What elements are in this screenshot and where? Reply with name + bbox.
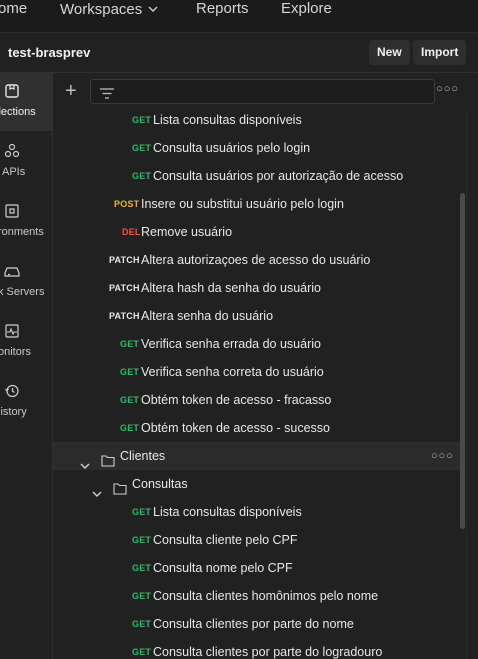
http-method-badge: PATCH bbox=[109, 311, 140, 321]
request-row[interactable]: GET Consulta clientes homônimos pelo nome bbox=[53, 582, 460, 610]
request-row[interactable]: GET Obtém token de acesso - sucesso bbox=[53, 414, 460, 442]
request-row[interactable]: PATCH Altera senha do usuário bbox=[53, 302, 460, 330]
request-name: Remove usuário bbox=[141, 225, 233, 239]
nav-workspaces-label: Workspaces bbox=[60, 1, 143, 18]
http-method-badge: GET bbox=[132, 619, 152, 629]
request-name: Consulta cliente pelo CPF bbox=[153, 533, 298, 547]
request-name: Lista consultas disponíveis bbox=[153, 505, 302, 519]
request-row[interactable]: GET Lista consultas disponíveis bbox=[53, 111, 460, 134]
environments-icon bbox=[4, 203, 20, 219]
request-row[interactable]: GET Obtém token de acesso - fracasso bbox=[53, 386, 460, 414]
http-method-badge: GET bbox=[120, 423, 140, 433]
collections-icon bbox=[4, 83, 20, 99]
request-row[interactable]: PATCH Altera autorizaçoes de acesso do us… bbox=[53, 246, 460, 274]
http-method-badge: GET bbox=[120, 339, 140, 349]
request-row[interactable]: POST Insere ou substitui usuário pelo log… bbox=[53, 190, 460, 218]
request-name: Obtém token de acesso - sucesso bbox=[141, 421, 330, 435]
request-name: Consulta clientes por parte do logradour… bbox=[153, 645, 383, 659]
collections-toolbar: + ○○○ bbox=[53, 73, 478, 111]
request-name: Verifica senha correta do usuário bbox=[141, 365, 324, 379]
request-name: Consulta nome pelo CPF bbox=[153, 561, 293, 575]
request-name: Consulta clientes por parte do nome bbox=[153, 617, 354, 631]
http-method-badge: GET bbox=[132, 143, 152, 153]
top-nav: ome Workspaces Reports Explore bbox=[0, 0, 478, 33]
rail-label: listory bbox=[0, 406, 27, 418]
http-method-badge: GET bbox=[132, 507, 152, 517]
nav-explore[interactable]: Explore bbox=[281, 0, 332, 18]
http-method-badge: GET bbox=[120, 395, 140, 405]
request-row[interactable]: GET Consulta cliente pelo CPF bbox=[53, 526, 460, 554]
http-method-badge: GET bbox=[132, 591, 152, 601]
apis-icon bbox=[4, 143, 20, 159]
request-name: Lista consultas disponíveis bbox=[153, 113, 302, 127]
collection-tree: GET Lista consultas disponíveis GET Consult… bbox=[53, 111, 460, 659]
http-method-badge: GET bbox=[120, 367, 140, 377]
folder-more-icon[interactable]: ○○○ bbox=[431, 442, 454, 470]
left-rail: llections APIs ronments k Servers onitor… bbox=[0, 73, 53, 659]
request-row[interactable]: GET Consulta clientes por parte do nome bbox=[53, 610, 460, 638]
rail-item-apis[interactable]: APIs bbox=[0, 133, 53, 191]
history-icon bbox=[4, 383, 20, 399]
folder-name: Consultas bbox=[132, 477, 188, 491]
request-row[interactable]: GET Consulta nome pelo CPF bbox=[53, 554, 460, 582]
request-name: Verifica senha errada do usuário bbox=[141, 337, 321, 351]
monitors-icon bbox=[4, 323, 20, 339]
http-method-badge: GET bbox=[132, 563, 152, 573]
pane-divider bbox=[466, 111, 467, 659]
request-name: Consulta usuários por autorização de ace… bbox=[153, 169, 404, 183]
request-row[interactable]: GET Consulta clientes por parte do lograd… bbox=[53, 638, 460, 659]
request-row[interactable]: PATCH Altera hash da senha do usuário bbox=[53, 274, 460, 302]
folder-row[interactable]: Consultas bbox=[53, 470, 460, 498]
http-method-badge: POST bbox=[114, 199, 140, 209]
rail-item-monitors[interactable]: onitors bbox=[0, 313, 53, 371]
rail-item-collections[interactable]: llections bbox=[0, 73, 53, 131]
request-row[interactable]: GET Consulta usuários pelo login bbox=[53, 134, 460, 162]
workspace-title: test-brasprev bbox=[8, 45, 91, 60]
filter-input[interactable] bbox=[90, 79, 435, 104]
nav-home[interactable]: ome bbox=[0, 0, 27, 18]
request-name: Insere ou substitui usuário pelo login bbox=[141, 197, 344, 211]
request-row[interactable]: GET Verifica senha correta do usuário bbox=[53, 358, 460, 386]
filter-icon bbox=[100, 86, 114, 104]
http-method-badge: GET bbox=[132, 171, 152, 181]
rail-label: k Servers bbox=[0, 286, 45, 298]
rail-label: ronments bbox=[0, 226, 44, 238]
collections-pane: + ○○○ GET Lista consultas disponíveis GET C… bbox=[53, 73, 478, 659]
request-name: Obtém token de acesso - fracasso bbox=[141, 393, 332, 407]
rail-item-history[interactable]: listory bbox=[0, 373, 53, 431]
http-method-badge: GET bbox=[132, 115, 152, 125]
folder-name: Clientes bbox=[120, 449, 166, 463]
http-method-badge: PATCH bbox=[109, 255, 140, 265]
rail-label: onitors bbox=[0, 346, 32, 358]
nav-workspaces[interactable]: Workspaces bbox=[60, 0, 158, 19]
http-method-badge: GET bbox=[132, 535, 152, 545]
request-name: Altera senha do usuário bbox=[141, 309, 274, 323]
request-row[interactable]: GET Lista consultas disponíveis bbox=[53, 498, 460, 526]
http-method-badge: GET bbox=[132, 647, 152, 657]
add-collection-button[interactable]: + bbox=[65, 81, 77, 101]
http-method-badge: DEL bbox=[122, 227, 141, 237]
request-row[interactable]: GET Verifica senha errada do usuário bbox=[53, 330, 460, 358]
workspace-header: test-brasprev New Import bbox=[0, 33, 478, 73]
folder-row[interactable]: Clientes ○○○ bbox=[53, 442, 460, 470]
request-row[interactable]: DEL Remove usuário bbox=[53, 218, 460, 246]
rail-item-environments[interactable]: ronments bbox=[0, 193, 53, 251]
rail-item-mock-servers[interactable]: k Servers bbox=[0, 253, 53, 311]
request-name: Altera hash da senha do usuário bbox=[141, 281, 321, 295]
request-name: Consulta usuários pelo login bbox=[153, 141, 311, 155]
nav-reports[interactable]: Reports bbox=[196, 0, 249, 18]
request-name: Consulta clientes homônimos pelo nome bbox=[153, 589, 379, 603]
scrollbar-thumb[interactable] bbox=[460, 193, 465, 529]
mock-servers-icon bbox=[4, 263, 20, 279]
chevron-down-icon bbox=[148, 0, 158, 18]
rail-label: APIs bbox=[2, 166, 26, 178]
request-name: Altera autorizaçoes de acesso do usuário bbox=[141, 253, 371, 267]
http-method-badge: PATCH bbox=[109, 283, 140, 293]
more-options-icon[interactable]: ○○○ bbox=[436, 83, 459, 95]
import-button[interactable]: Import bbox=[413, 40, 467, 65]
rail-label: llections bbox=[0, 106, 36, 118]
request-row[interactable]: GET Consulta usuários por autorização de … bbox=[53, 162, 460, 190]
new-button[interactable]: New bbox=[369, 40, 410, 65]
